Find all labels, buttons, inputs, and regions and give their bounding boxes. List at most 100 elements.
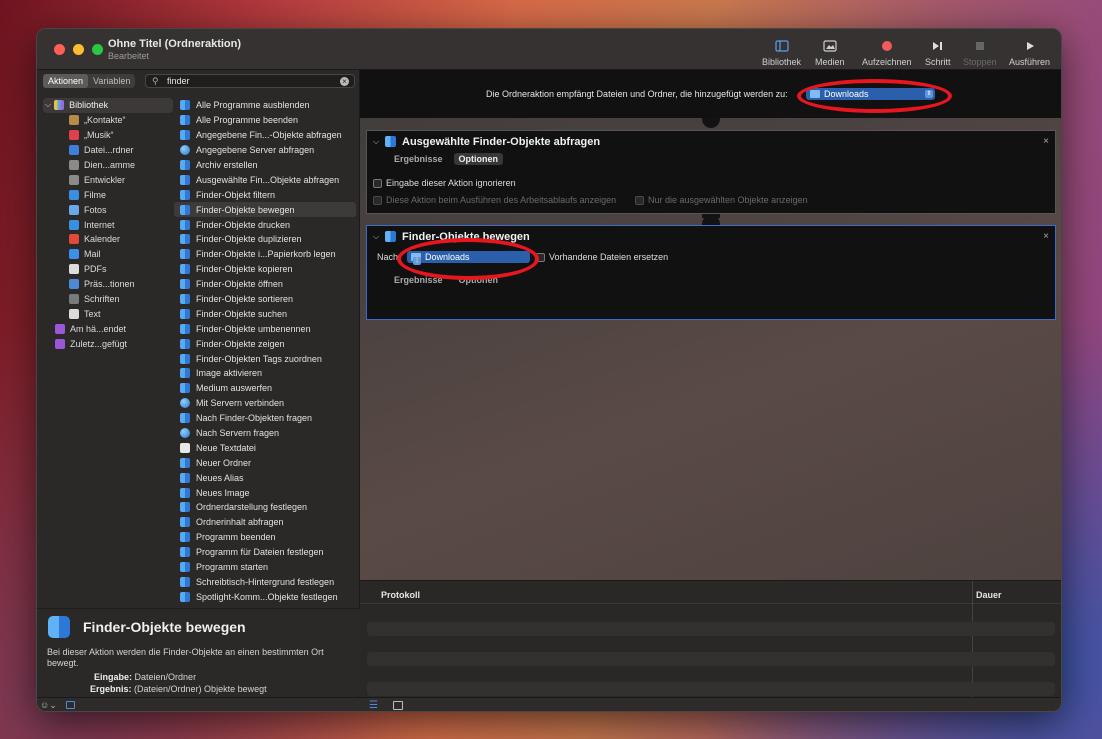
action-item-label: Finder-Objekte umbenennen [196, 323, 311, 334]
log-col-protocol[interactable]: Protokoll [381, 590, 420, 600]
action-card-get-selected[interactable]: ⌵ Ausgewählte Finder-Objekte abfragen × … [366, 130, 1056, 214]
action-item[interactable]: Angegebene Fin...-Objekte abfragen [174, 128, 356, 143]
action-item[interactable]: Image aktivieren [174, 366, 356, 381]
action-item[interactable]: Archiv erstellen [174, 158, 356, 173]
action-item[interactable]: Programm starten [174, 560, 356, 575]
library-item[interactable]: Dien...amme [43, 158, 173, 173]
action-item[interactable]: Medium auswerfen [174, 381, 356, 396]
action-item[interactable]: Finder-Objekte sortieren [174, 292, 356, 307]
result-label: Ergebnis: [90, 684, 132, 694]
library-item[interactable]: Fotos [43, 202, 173, 217]
action-item[interactable]: Ordnerdarstellung festlegen [174, 500, 356, 515]
close-card-icon[interactable]: × [1043, 231, 1049, 242]
action-item[interactable]: Finder-Objekte i...Papierkorb legen [174, 247, 356, 262]
library-item[interactable]: Filme [43, 187, 173, 202]
log-row [367, 682, 1055, 696]
finder-icon [180, 219, 190, 230]
action-menu-icon[interactable]: ☺⌄ [40, 700, 57, 711]
search-input[interactable]: finder [167, 76, 190, 86]
action-card-move-finder-items[interactable]: ⌵ Finder-Objekte bewegen × Nach: Downloa… [366, 225, 1056, 320]
action-item-label: Finder-Objekte sortieren [196, 294, 294, 305]
log-col-duration[interactable]: Dauer [976, 590, 1002, 600]
action-item[interactable]: Finder-Objekte kopieren [174, 262, 356, 277]
action-item[interactable]: Neues Alias [174, 470, 356, 485]
library-item[interactable]: Präs...tionen [43, 277, 173, 292]
finder-icon [180, 160, 190, 170]
stop-toolbar-button[interactable]: Stoppen [963, 38, 997, 67]
library-item[interactable]: Kalender [43, 232, 173, 247]
description-toggle-icon[interactable] [66, 701, 75, 709]
library-root[interactable]: ⌵ Bibliothek [43, 98, 173, 113]
smart-group-item[interactable]: Zuletz...gefügt [43, 336, 173, 351]
action-item[interactable]: Mit Servern verbinden [174, 396, 356, 411]
action-item[interactable]: Finder-Objekten Tags zuordnen [174, 351, 356, 366]
action-item[interactable]: Ordnerinhalt abfragen [174, 515, 356, 530]
clear-search-icon[interactable]: × [340, 77, 349, 86]
action-item[interactable]: Nach Finder-Objekten fragen [174, 411, 356, 426]
action-item[interactable]: Alle Programme ausblenden [174, 98, 356, 113]
close-button[interactable] [54, 44, 65, 55]
library-item[interactable]: Schriften [43, 292, 173, 307]
action-item[interactable]: Finder-Objekte öffnen [174, 277, 356, 292]
replace-existing-checkbox[interactable]: Vorhandene Dateien ersetzen [536, 252, 668, 262]
library-item[interactable]: Mail [43, 247, 173, 262]
zoom-button[interactable] [92, 44, 103, 55]
finder-icon [180, 130, 190, 141]
action-item-label: Finder-Objekt filtern [196, 189, 276, 200]
ignore-input-checkbox[interactable]: Eingabe dieser Aktion ignorieren [373, 178, 516, 188]
action-item[interactable]: Schreibtisch-Hintergrund festlegen [174, 575, 356, 590]
action-item[interactable]: Finder-Objekte zeigen [174, 336, 356, 351]
minimize-button[interactable] [73, 44, 84, 55]
tab-options[interactable]: Optionen [453, 153, 504, 165]
action-item[interactable]: Alle Programme beenden [174, 113, 356, 128]
action-item-label: Finder-Objekte zeigen [196, 338, 285, 349]
library-item[interactable]: PDFs [43, 262, 173, 277]
action-item-label: Schreibtisch-Hintergrund festlegen [196, 576, 335, 587]
library-item[interactable]: Entwickler [43, 172, 173, 187]
action-item[interactable]: Finder-Objekte bewegen [174, 202, 356, 218]
library-item[interactable]: Text [43, 306, 173, 321]
library-toolbar-button[interactable]: Bibliothek [762, 38, 801, 67]
action-item[interactable]: Angegebene Server abfragen [174, 143, 356, 158]
show-selected-only-checkbox[interactable]: Nur die ausgewählten Objekte anzeigen [635, 195, 808, 205]
library-item[interactable]: „Musik“ [43, 128, 173, 143]
library-item[interactable]: „Kontakte“ [43, 113, 173, 128]
action-item-label: Image aktivieren [196, 368, 263, 379]
text-file-icon [180, 442, 190, 453]
close-card-icon[interactable]: × [1043, 136, 1049, 147]
search-field[interactable]: ⚲ finder × [145, 74, 355, 88]
library-item-label: Kalender [84, 234, 121, 245]
action-item[interactable]: Ausgewählte Fin...Objekte abfragen [174, 172, 356, 187]
library-item[interactable]: Datei...rdner [43, 143, 173, 158]
run-toolbar-button[interactable]: Ausführen [1009, 38, 1050, 67]
action-item[interactable]: Finder-Objekt filtern [174, 187, 356, 202]
action-item[interactable]: Neues Image [174, 485, 356, 500]
input-label: Eingabe: [94, 672, 133, 682]
library-item[interactable]: Internet [43, 217, 173, 232]
split-view-icon[interactable] [393, 701, 403, 710]
tab-results[interactable]: Ergebnisse [389, 153, 448, 165]
list-view-icon[interactable]: ☰ [369, 700, 378, 711]
action-item[interactable]: Finder-Objekte drucken [174, 217, 356, 232]
action-item[interactable]: Finder-Objekte duplizieren [174, 232, 356, 247]
tab-variables[interactable]: Variablen [88, 74, 135, 88]
action-item[interactable]: Programm für Dateien festlegen [174, 545, 356, 560]
action-item[interactable]: Neuer Ordner [174, 455, 356, 470]
tab-actions[interactable]: Aktionen [43, 74, 89, 88]
action-item[interactable]: Spotlight-Komm...Objekte festlegen [174, 589, 356, 604]
disclosure-chevron-icon[interactable]: ⌵ [45, 100, 51, 110]
collapse-chevron-icon[interactable]: ⌵ [373, 232, 379, 242]
smart-group-item[interactable]: Am hä...endet [43, 321, 173, 336]
finder-icon [180, 294, 190, 305]
action-item[interactable]: Nach Servern fragen [174, 426, 356, 441]
record-toolbar-button[interactable]: Aufzeichnen [862, 38, 912, 67]
finder-icon [180, 547, 190, 558]
media-toolbar-button[interactable]: Medien [815, 38, 845, 67]
action-item[interactable]: Finder-Objekte umbenennen [174, 321, 356, 336]
action-item[interactable]: Neue Textdatei [174, 440, 356, 455]
step-toolbar-button[interactable]: Schritt [925, 38, 951, 67]
action-item[interactable]: Finder-Objekte suchen [174, 306, 356, 321]
action-item[interactable]: Programm beenden [174, 530, 356, 545]
show-when-run-checkbox[interactable]: Diese Aktion beim Ausführen des Arbeitsa… [373, 195, 616, 205]
collapse-chevron-icon[interactable]: ⌵ [373, 137, 379, 147]
